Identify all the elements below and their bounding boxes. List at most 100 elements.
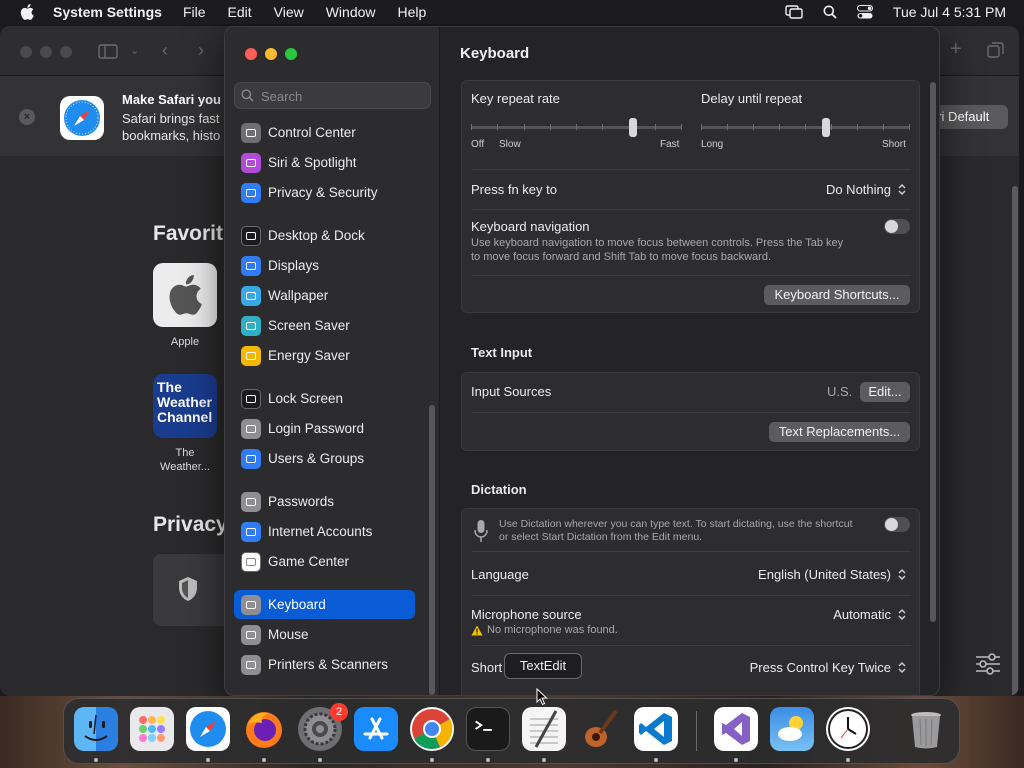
close-button[interactable] <box>245 48 257 60</box>
sidebar-item-label: Passwords <box>268 494 335 509</box>
sidebar-item-users-groups[interactable]: Users & Groups <box>234 444 415 473</box>
dock-launchpad[interactable] <box>130 707 174 751</box>
mic-source-popup[interactable]: Automatic <box>833 607 907 622</box>
forward-icon[interactable]: › <box>198 40 204 61</box>
delay-repeat-slider[interactable] <box>701 117 910 139</box>
app-menu-system-settings[interactable]: System Settings <box>53 4 162 20</box>
slider-thumb[interactable] <box>629 118 637 137</box>
scroll-thumb[interactable] <box>1012 186 1018 696</box>
input-sources-edit-button[interactable]: Edit... <box>860 382 910 402</box>
sidebar-item-displays[interactable]: Displays <box>234 251 415 280</box>
icon-glyph <box>246 291 256 300</box>
microphone-icon <box>474 520 488 542</box>
icon-glyph <box>246 128 256 137</box>
menubar-clock[interactable]: Tue Jul 4 5:31 PM <box>893 4 1006 20</box>
privacy-report-card[interactable] <box>153 554 233 626</box>
safari-zoom-button[interactable] <box>60 46 72 58</box>
menu-view[interactable]: View <box>274 4 304 20</box>
fn-key-value: Do Nothing <box>825 182 891 197</box>
content-scrollbar[interactable] <box>930 82 936 622</box>
toggle-knob <box>885 220 898 233</box>
mouse-icon <box>241 624 261 645</box>
sidebar-item-siri-spotlight[interactable]: Siri & Spotlight <box>234 148 415 177</box>
running-indicator <box>206 758 210 762</box>
favorite-weather-channel[interactable]: The Weather Channel <box>153 374 217 438</box>
dock-firefox[interactable] <box>242 707 286 751</box>
shortcut-value: Press Control Key Twice <box>749 660 891 675</box>
dock-finder[interactable] <box>74 707 118 751</box>
safari-minimize-button[interactable] <box>40 46 52 58</box>
icon-glyph <box>246 600 256 609</box>
zoom-button[interactable] <box>285 48 297 60</box>
sidebar-item-mouse[interactable]: Mouse <box>234 620 415 649</box>
dock-visual-studio[interactable] <box>714 707 758 751</box>
safari-scrollbar[interactable] <box>1011 156 1019 696</box>
sidebar-item-label: Screen Saver <box>268 318 350 333</box>
sidebar-item-wallpaper[interactable]: Wallpaper <box>234 281 415 310</box>
key-repeat-slider[interactable] <box>471 117 682 139</box>
sidebar-toggle-icon[interactable] <box>98 44 118 59</box>
favorite-label: The Weather... <box>160 447 210 473</box>
favorite-apple[interactable] <box>153 263 217 327</box>
language-popup[interactable]: English (United States) <box>758 567 907 582</box>
sidebar-item-login-password[interactable]: Login Password <box>234 414 415 443</box>
menu-window[interactable]: Window <box>326 4 376 20</box>
dock-vscode[interactable] <box>634 707 678 751</box>
dock-weather[interactable] <box>770 707 814 751</box>
customize-start-page-icon[interactable] <box>975 653 1001 675</box>
sidebar-item-screen-saver[interactable]: Screen Saver <box>234 311 415 340</box>
apple-menu-icon[interactable] <box>20 4 34 20</box>
new-tab-icon[interactable]: + <box>950 38 962 61</box>
keyboard-nav-toggle[interactable] <box>884 219 910 234</box>
menu-help[interactable]: Help <box>398 4 427 20</box>
sidebar-item-printers-scanners[interactable]: Printers & Scanners <box>234 650 415 679</box>
banner-close-icon[interactable]: × <box>19 109 35 125</box>
sidebar-search[interactable] <box>234 82 431 109</box>
sidebar-item-passwords[interactable]: Passwords <box>234 487 415 516</box>
dictation-toggle[interactable] <box>884 517 910 532</box>
fn-key-popup[interactable]: Do Nothing <box>826 182 907 197</box>
sidebar-item-label: Users & Groups <box>268 451 365 466</box>
at-icon <box>241 521 261 542</box>
sidebar-item-control-center[interactable]: Control Center <box>234 118 415 147</box>
sidebar-item-internet-accounts[interactable]: Internet Accounts <box>234 517 415 546</box>
back-icon[interactable]: ‹ <box>162 40 168 61</box>
dock-terminal[interactable] <box>466 707 510 751</box>
description-line: Use Dictation wherever you can type text… <box>499 518 853 530</box>
dock-garageband[interactable] <box>578 707 622 751</box>
slider-tick <box>497 124 498 130</box>
sidebar-item-game-center[interactable]: Game Center <box>234 547 415 576</box>
dock-safari[interactable] <box>186 707 230 751</box>
control-center-icon[interactable] <box>856 5 873 19</box>
sidebar-item-lock-screen[interactable]: Lock Screen <box>234 384 415 413</box>
shortcut-popup[interactable]: Press Control Key Twice <box>750 660 907 675</box>
search-input[interactable] <box>261 87 421 105</box>
dock-clock[interactable] <box>826 707 870 751</box>
settings-sidebar: Control Center Siri & Spotlight Privacy & … <box>225 27 440 695</box>
hand-icon <box>241 182 261 203</box>
trash-icon <box>911 712 941 749</box>
keyboard-shortcuts-button[interactable]: Keyboard Shortcuts... <box>764 285 910 305</box>
text-replacements-button[interactable]: Text Replacements... <box>769 422 910 442</box>
dock-chrome[interactable] <box>410 707 454 751</box>
slider-label-slow: Slow <box>499 139 521 150</box>
dock-trash[interactable] <box>904 707 948 751</box>
tab-overview-icon[interactable] <box>987 42 1004 59</box>
spotlight-search-icon[interactable] <box>823 5 837 19</box>
sidebar-scrollbar[interactable] <box>429 405 435 695</box>
sidebar-item-privacy-security[interactable]: Privacy & Security <box>234 178 415 207</box>
slider-label-long: Long <box>701 139 724 150</box>
menu-file[interactable]: File <box>183 4 206 20</box>
chevron-down-icon[interactable]: ⌄ <box>130 44 139 57</box>
dock-app-store[interactable] <box>354 707 398 751</box>
safari-close-button[interactable] <box>20 46 32 58</box>
sidebar-item-desktop-dock[interactable]: Desktop & Dock <box>234 221 415 250</box>
minimize-button[interactable] <box>265 48 277 60</box>
menu-edit[interactable]: Edit <box>228 4 252 20</box>
dock-textedit[interactable] <box>522 707 566 751</box>
sidebar-item-keyboard[interactable]: Keyboard <box>234 590 415 619</box>
wallpaper-icon <box>241 285 261 306</box>
screen-mirroring-icon[interactable] <box>785 5 803 19</box>
sidebar-item-energy-saver[interactable]: Energy Saver <box>234 341 415 370</box>
slider-thumb[interactable] <box>822 118 830 137</box>
